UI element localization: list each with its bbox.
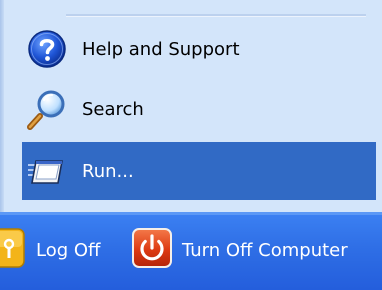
search-icon (24, 86, 70, 132)
menu-item-help-and-support[interactable]: Help and Support (22, 20, 376, 78)
help-icon (24, 26, 70, 72)
menu-item-label: Run... (82, 160, 134, 182)
menu-item-search[interactable]: Search (22, 80, 376, 138)
separator (66, 14, 366, 17)
turn-off-computer-label: Turn Off Computer (182, 239, 348, 261)
power-icon (132, 227, 172, 273)
start-menu-right-pane: Help and Support Search Run... (0, 0, 382, 212)
log-off-label: Log Off (36, 239, 101, 261)
pane-edge (0, 0, 4, 212)
log-off-icon (0, 227, 26, 273)
menu-item-label: Help and Support (82, 38, 240, 60)
run-icon (24, 148, 70, 194)
menu-item-label: Search (82, 98, 144, 120)
start-menu-footer: Log Off Turn Off Computer (0, 212, 382, 290)
menu-item-run[interactable]: Run... (22, 142, 376, 200)
footer-highlight (0, 212, 382, 215)
log-off-button[interactable]: Log Off (0, 227, 101, 273)
turn-off-computer-button[interactable]: Turn Off Computer (132, 227, 348, 273)
